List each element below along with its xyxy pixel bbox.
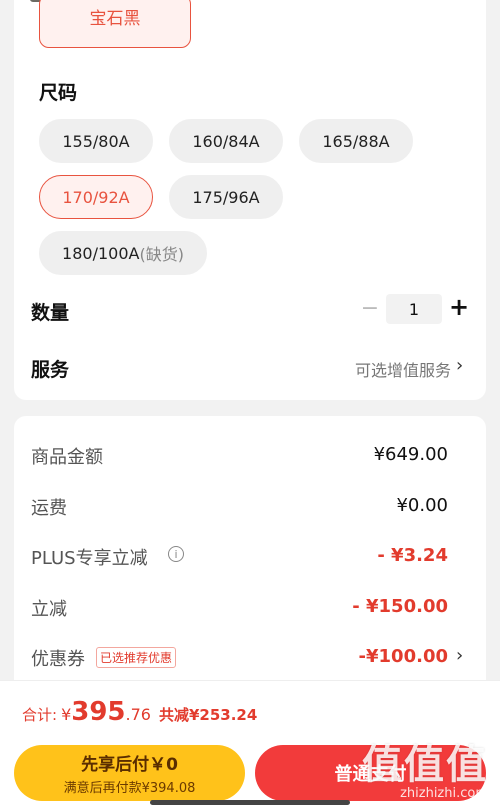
shipping-value: ¥0.00 <box>396 495 448 516</box>
chevron-right-icon[interactable]: › <box>456 645 463 666</box>
plus-discount-value: - ¥3.24 <box>377 545 448 566</box>
total-decimal: .76 <box>125 705 151 724</box>
size-option-label: 160/84A <box>192 131 260 151</box>
size-option-165[interactable]: 165/88A <box>299 119 413 163</box>
quantity-value[interactable]: 1 <box>386 294 442 324</box>
color-option-label: 宝石黑 <box>89 9 141 29</box>
size-option-label: 155/80A <box>62 131 130 151</box>
size-option-label: 170/92A <box>62 187 130 207</box>
size-option-160[interactable]: 160/84A <box>169 119 283 163</box>
instant-discount-value: - ¥150.00 <box>352 596 448 617</box>
instant-discount-label: 立减 <box>31 599 67 620</box>
size-option-label: 175/96A <box>192 187 260 207</box>
pay-later-sub-label: 满意后再付款¥394.08 <box>63 781 196 796</box>
out-of-stock-note: (缺货) <box>139 245 184 264</box>
pay-later-main-label: 先享后付￥0 <box>81 755 178 775</box>
color-option-selected[interactable]: 宝石黑 <box>39 0 191 48</box>
service-value[interactable]: 可选增值服务 <box>355 357 451 381</box>
total-currency: ¥ <box>61 705 72 724</box>
quantity-label: 数量 <box>31 302 70 324</box>
size-option-175[interactable]: 175/96A <box>169 175 283 219</box>
chevron-right-icon[interactable]: › <box>456 355 463 376</box>
size-option-170[interactable]: 170/92A <box>39 175 153 219</box>
normal-pay-label: 普通支付 <box>334 764 407 785</box>
total-label: 合计: <box>22 706 58 724</box>
total-integer: 395 <box>71 697 126 727</box>
size-option-label: 180/100A <box>62 243 140 263</box>
size-option-180[interactable]: 180/100A (缺货) <box>39 231 207 275</box>
quantity-increase-button[interactable]: + <box>449 293 469 321</box>
shipping-label: 运费 <box>31 498 67 519</box>
home-indicator <box>150 800 350 805</box>
quantity-decrease-button[interactable]: − <box>360 296 380 321</box>
coupon-recommended-tag: 已选推荐优惠 <box>96 647 177 668</box>
coupon-value[interactable]: -¥100.00 <box>359 646 448 667</box>
goods-amount-label: 商品金额 <box>31 447 103 468</box>
pay-later-button[interactable]: 先享后付￥0 满意后再付款¥394.08 <box>14 745 245 801</box>
size-section-title: 尺码 <box>39 82 78 104</box>
plus-discount-label: PLUS专享立减 <box>31 548 148 569</box>
coupon-label: 优惠券 <box>31 649 85 670</box>
normal-pay-button[interactable]: 普通支付 <box>255 745 486 801</box>
total-summary: 合计: ¥ 395 .76 共减¥253.24 <box>22 697 257 727</box>
size-option-label: 165/88A <box>322 131 390 151</box>
info-icon[interactable]: i <box>168 546 184 562</box>
service-label: 服务 <box>31 359 70 381</box>
total-saved: 共减¥253.24 <box>158 706 258 724</box>
goods-amount-value: ¥649.00 <box>373 444 448 465</box>
size-option-155[interactable]: 155/80A <box>39 119 153 163</box>
